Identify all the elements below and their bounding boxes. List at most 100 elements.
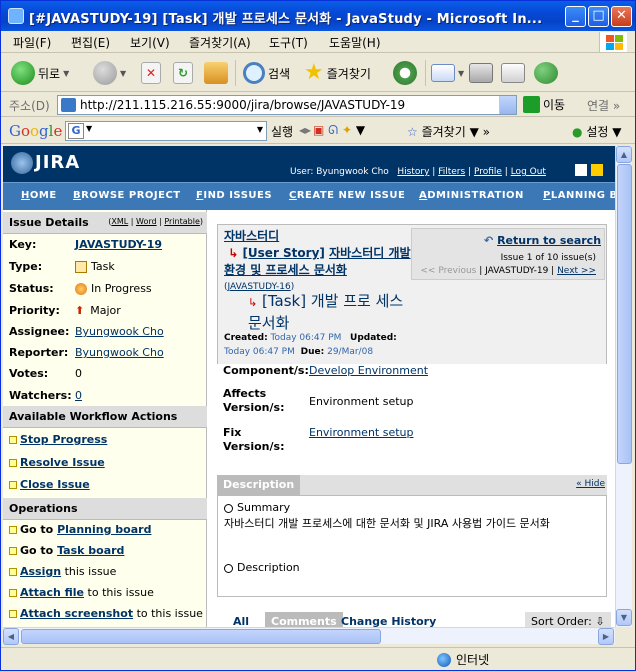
google-settings-button[interactable]: ● 설정 ▼ [572,123,621,140]
close-button[interactable]: ✕ [611,6,632,27]
vertical-scrollbar[interactable]: ▲ ▼ [615,146,632,627]
mail-button[interactable]: ▼ [431,59,464,87]
menu-help[interactable]: 도움말(H) [329,34,381,51]
messenger-button[interactable] [534,59,558,87]
google-engine-icon[interactable]: G [68,123,84,139]
attach-screenshot-link[interactable]: Attach screenshot [20,607,133,620]
vertical-scroll-thumb[interactable] [617,164,632,464]
description-subheading: Description [224,561,300,574]
history-button[interactable] [393,59,417,87]
sort-order-control[interactable]: Sort Order: ⇩ [525,612,611,627]
forward-button[interactable]: ▼ [93,59,126,87]
menu-favorites[interactable]: 즐겨찾기(A) [189,34,251,51]
fix-version-link[interactable]: Environment setup [309,426,414,439]
nav-planning-board[interactable]: PLANNING B [543,190,615,201]
parent-issue-link[interactable]: ↳ [User Story] 자바스터디 개발 환경 및 프로세스 문서화 [224,246,411,277]
print-icon[interactable] [575,164,587,176]
google-tools-icons[interactable]: ▣ ᘏ ✦ ▼ [313,123,365,138]
hide-description-link[interactable]: « Hide [576,479,605,489]
menu-file[interactable]: 파일(F) [13,34,51,51]
project-link[interactable]: 자바스터디 [224,229,279,243]
status-text: In Progress [91,282,152,295]
issue-key-link[interactable]: JAVASTUDY-19 [75,238,162,251]
nav-find-issues[interactable]: FIND ISSUES [196,190,272,201]
edit-button[interactable] [501,59,525,87]
forward-dropdown-icon[interactable]: ▼ [120,69,126,78]
links-button[interactable]: 연결 » [587,97,620,114]
address-dropdown-icon[interactable] [499,96,516,114]
nav-create-issue[interactable]: CREATE NEW ISSUE [289,190,405,201]
back-button[interactable]: 뒤로 ▼ [11,59,69,87]
operation-bullet-icon [9,547,17,555]
engine-dropdown-icon[interactable]: ▼ [86,124,92,133]
scroll-left-arrow-icon[interactable]: ◀ [3,628,19,645]
nav-administration[interactable]: ADMINISTRATION [419,190,524,201]
updated-label: Updated: [350,333,397,343]
stop-button[interactable]: ✕ [141,59,161,87]
back-dropdown-icon[interactable]: ▼ [63,69,69,78]
google-logo[interactable]: Google [9,122,62,140]
next-link[interactable]: Next >> [557,266,596,276]
stop-progress-action[interactable]: Stop Progress [9,433,107,446]
resolve-issue-action[interactable]: Resolve Issue [9,456,105,469]
close-issue-action[interactable]: Close Issue [9,478,90,491]
component-link[interactable]: Develop Environment [309,364,428,377]
print-button[interactable] [469,59,493,87]
minimize-button[interactable]: _ [565,6,586,27]
go-label: 이동 [543,98,566,112]
nav-browse-project[interactable]: BROWSE PROJECT [73,190,181,201]
horizontal-scrollbar[interactable]: ◀ ▶ [3,627,615,645]
task-board-link[interactable]: Task board [57,544,124,557]
google-search-input[interactable]: G ▼ ▼ [65,121,267,141]
home-button[interactable] [204,59,228,87]
search-button[interactable]: 검색 [243,59,290,87]
google-favorites-label: 즐겨찾기 [421,125,466,139]
tab-all[interactable]: All [233,615,249,627]
operation-suffix: this issue [61,565,117,578]
xml-view-link[interactable]: XML [111,217,128,226]
jira-logo[interactable]: JIRA [11,152,80,174]
return-to-search-button[interactable]: ↶ Return to search [484,234,601,247]
close-issue-link[interactable]: Close Issue [20,478,90,491]
filters-link[interactable]: Filters [438,167,465,177]
google-run-button[interactable]: 실행 [271,123,293,140]
menu-edit[interactable]: 편집(E) [71,34,110,51]
title-bar[interactable]: [#JAVASTUDY-19] [Task] 개발 프로세스 문서화 - Jav… [1,1,635,31]
attach-file-link[interactable]: Attach file [20,586,84,599]
mail-dropdown-icon[interactable]: ▼ [458,69,464,78]
help-icon[interactable] [591,164,603,176]
refresh-button[interactable]: ↻ [173,59,193,87]
scroll-right-arrow-icon[interactable]: ▶ [598,628,614,645]
google-favorites-button[interactable]: ☆ 즐겨찾기 ▼ » [407,123,490,140]
menu-view[interactable]: 보기(V) [130,34,170,51]
horizontal-scroll-thumb[interactable] [21,629,381,644]
stop-progress-link[interactable]: Stop Progress [20,433,107,446]
menu-tools[interactable]: 도구(T) [269,34,308,51]
home-icon [204,62,228,84]
watchers-link[interactable]: 0 [75,389,82,402]
logout-link[interactable]: Log Out [511,167,546,177]
maximize-button[interactable]: □ [588,6,609,27]
word-view-link[interactable]: Word [136,217,157,226]
tab-comments[interactable]: Comments [265,612,343,627]
search-dropdown-icon[interactable]: ▼ [257,125,263,134]
nav-home[interactable]: HOME [21,190,57,201]
google-expand-icon[interactable]: ◂▸ [299,123,311,137]
profile-link[interactable]: Profile [474,167,502,177]
address-bar: 주소(D) http://211.115.216.55:9000/jira/br… [1,93,635,117]
reporter-link[interactable]: Byungwook Cho [75,346,164,359]
operation-bullet-icon [9,610,17,618]
scroll-up-arrow-icon[interactable]: ▲ [616,146,632,163]
sort-arrow-icon: ⇩ [595,615,605,627]
address-input[interactable]: http://211.115.216.55:9000/jira/browse/J… [57,95,517,115]
tab-change-history[interactable]: Change History [341,615,436,627]
favorites-button[interactable]: ★ 즐겨찾기 [304,59,371,87]
go-button[interactable]: 이동 [523,96,565,113]
resolve-issue-link[interactable]: Resolve Issue [20,456,105,469]
history-link[interactable]: History [397,167,429,177]
planning-board-link[interactable]: Planning board [57,523,151,536]
scroll-down-arrow-icon[interactable]: ▼ [616,609,632,626]
printable-view-link[interactable]: Printable [164,217,200,226]
assign-link[interactable]: Assign [20,565,61,578]
assignee-link[interactable]: Byungwook Cho [75,325,164,338]
